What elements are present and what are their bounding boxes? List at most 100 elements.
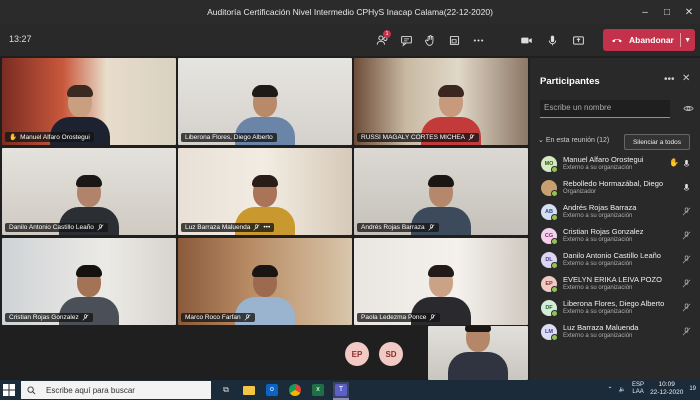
video-tile[interactable]: Liberona Flores, Diego Alberto [178, 58, 352, 145]
list-item[interactable]: CG Cristian Rojas Gonzalez Externo a su … [530, 224, 700, 248]
notifications-icon[interactable]: 19 [689, 386, 696, 392]
participants-button[interactable]: 1 [372, 30, 392, 50]
participant-name: Liberona Flores, Diego Alberto [563, 299, 665, 308]
participant-role: Externo a su organización [563, 285, 633, 291]
panel-more-icon[interactable]: ••• [664, 74, 675, 85]
participant-name: EVELYN ERIKA LEIVA POZO [563, 275, 662, 284]
file-explorer-icon[interactable] [241, 382, 257, 398]
mute-all-button[interactable]: Silenciar a todos [624, 134, 690, 150]
mic-off-icon [97, 224, 104, 231]
video-name-tag: Andrés Rojas Barraza [357, 223, 439, 232]
participant-name: Luz Barraza Maluenda [563, 323, 639, 332]
leave-button[interactable]: Abandonar ▼ [603, 29, 695, 51]
teams-icon[interactable]: T [333, 382, 349, 400]
video-name-label: Marco Roco Farfan [185, 314, 241, 321]
excel-icon[interactable]: x [310, 382, 326, 398]
list-item[interactable]: DL Danilo Antonio Castillo Leaño Externo… [530, 248, 700, 272]
mic-off-icon [244, 314, 251, 321]
avatar: DL [541, 252, 558, 269]
list-item[interactable]: DF Liberona Flores, Diego Alberto Extern… [530, 296, 700, 320]
chevron-down-icon[interactable]: ▼ [684, 37, 691, 44]
chat-button[interactable] [396, 30, 416, 50]
video-tile[interactable]: Danilo Antonio Castillo Leaño [2, 148, 176, 235]
meeting-timer: 13:27 [9, 34, 32, 44]
share-button[interactable] [568, 30, 588, 50]
search-icon [27, 385, 36, 394]
raised-hand-icon: ✋ [9, 134, 18, 141]
participant-role: Externo a su organización [563, 237, 633, 243]
volume-icon[interactable]: 🔈 [619, 386, 626, 393]
list-item[interactable]: AB Andrés Rojas Barraza Externo a su org… [530, 200, 700, 224]
mic-off-icon [468, 134, 475, 141]
avatar[interactable]: EP [345, 342, 369, 366]
meeting-section-header[interactable]: ⌄ En esta reunión (12) [538, 136, 609, 144]
language-indicator[interactable]: ESP LAA [632, 382, 644, 396]
participant-name: Manuel Alfaro Orostegui [563, 155, 644, 164]
task-view-icon[interactable]: ⧉ [218, 382, 234, 398]
participant-search-input[interactable]: Escribe un nombre [540, 100, 670, 118]
outlook-icon[interactable]: o [264, 382, 280, 398]
video-tile[interactable]: Marco Roco Farfan [178, 238, 352, 325]
video-name-label: Andrés Rojas Barraza [361, 224, 425, 231]
camera-button[interactable] [516, 30, 536, 50]
maximize-button[interactable]: □ [656, 0, 678, 24]
participant-video [448, 326, 508, 380]
raise-hand-button[interactable] [420, 30, 440, 50]
video-name-tag: ✋ Manuel Alfaro Orostegui [5, 132, 94, 142]
mic-button[interactable] [542, 30, 562, 50]
participant-name: Rebolledo Hormazábal, Diego [563, 179, 664, 188]
more-icon [473, 38, 483, 42]
video-tile[interactable]: ✋ Manuel Alfaro Orostegui [2, 58, 176, 145]
tile-more-icon[interactable]: ••• [263, 224, 270, 231]
window-controls: – □ ✕ [634, 0, 700, 24]
video-name-label: Cristian Rojas Gonzalez [9, 314, 79, 321]
chevron-up-icon[interactable]: ⌃ [608, 386, 613, 393]
mic-off-icon [682, 231, 691, 240]
clock[interactable]: 10:09 22-12-2020 [650, 381, 683, 397]
self-view[interactable] [428, 326, 528, 380]
eye-icon[interactable] [683, 103, 694, 114]
list-item[interactable]: Rebolledo Hormazábal, Diego Organizador [530, 176, 700, 200]
mic-on-icon [683, 183, 690, 191]
list-item[interactable]: MO Manuel Alfaro Orostegui Externo a su … [530, 152, 700, 176]
chrome-icon[interactable] [287, 382, 303, 398]
overflow-avatars: EP SD [345, 342, 403, 366]
video-tile[interactable]: Paola Ledezma Ponce [354, 238, 528, 325]
avatar [541, 180, 558, 197]
video-name-tag: Liberona Flores, Diego Alberto [181, 133, 277, 142]
video-tile[interactable]: Cristian Rojas Gonzalez [2, 238, 176, 325]
section-label: En esta reunión (12) [545, 137, 610, 144]
video-name-label: Luz Barraza Maluenda [185, 224, 251, 231]
toolbar-icons: 1 [372, 30, 488, 50]
mic-off-icon [682, 207, 691, 216]
video-tile[interactable]: Luz Barraza Maluenda ••• [178, 148, 352, 235]
avatar: LM [541, 324, 558, 341]
participant-role: Externo a su organización [563, 309, 633, 315]
more-actions-button[interactable] [468, 30, 488, 50]
taskbar-apps: ⧉ o x T [218, 382, 349, 400]
video-tile[interactable]: Andrés Rojas Barraza [354, 148, 528, 235]
minimize-button[interactable]: – [634, 0, 656, 24]
avatar[interactable]: SD [379, 342, 403, 366]
chat-icon [400, 35, 412, 47]
list-item[interactable]: EP EVELYN ERIKA LEIVA POZO Externo a su … [530, 272, 700, 296]
leave-label: Abandonar [629, 35, 674, 45]
video-name-label: Paola Ledezma Ponce [361, 314, 427, 321]
rooms-button[interactable] [444, 30, 464, 50]
close-window-button[interactable]: ✕ [678, 0, 700, 24]
participant-list: MO Manuel Alfaro Orostegui Externo a su … [530, 152, 700, 344]
windows-start-icon[interactable] [3, 384, 15, 396]
list-item[interactable]: LM Luz Barraza Maluenda Externo a su org… [530, 320, 700, 344]
leave-divider [680, 33, 681, 47]
avatar: MO [541, 156, 558, 173]
mic-off-icon [682, 279, 691, 288]
close-icon[interactable]: ✕ [682, 73, 690, 84]
avatar: AB [541, 204, 558, 221]
video-tile[interactable]: RUSSI MAGALY CORTES MICHEA [354, 58, 528, 145]
mic-on-icon [683, 159, 690, 167]
video-grid: ✋ Manuel Alfaro Orostegui Liberona Flore… [0, 58, 530, 326]
taskbar-search-input[interactable]: Escribe aquí para buscar [21, 381, 211, 399]
toolbar-media-controls [516, 30, 588, 50]
windows-taskbar: Escribe aquí para buscar ⧉ o x T ⌃ 🔈 ESP… [0, 380, 700, 400]
participants-panel: Participantes ••• ✕ Escribe un nombre ⌄ … [530, 58, 700, 380]
